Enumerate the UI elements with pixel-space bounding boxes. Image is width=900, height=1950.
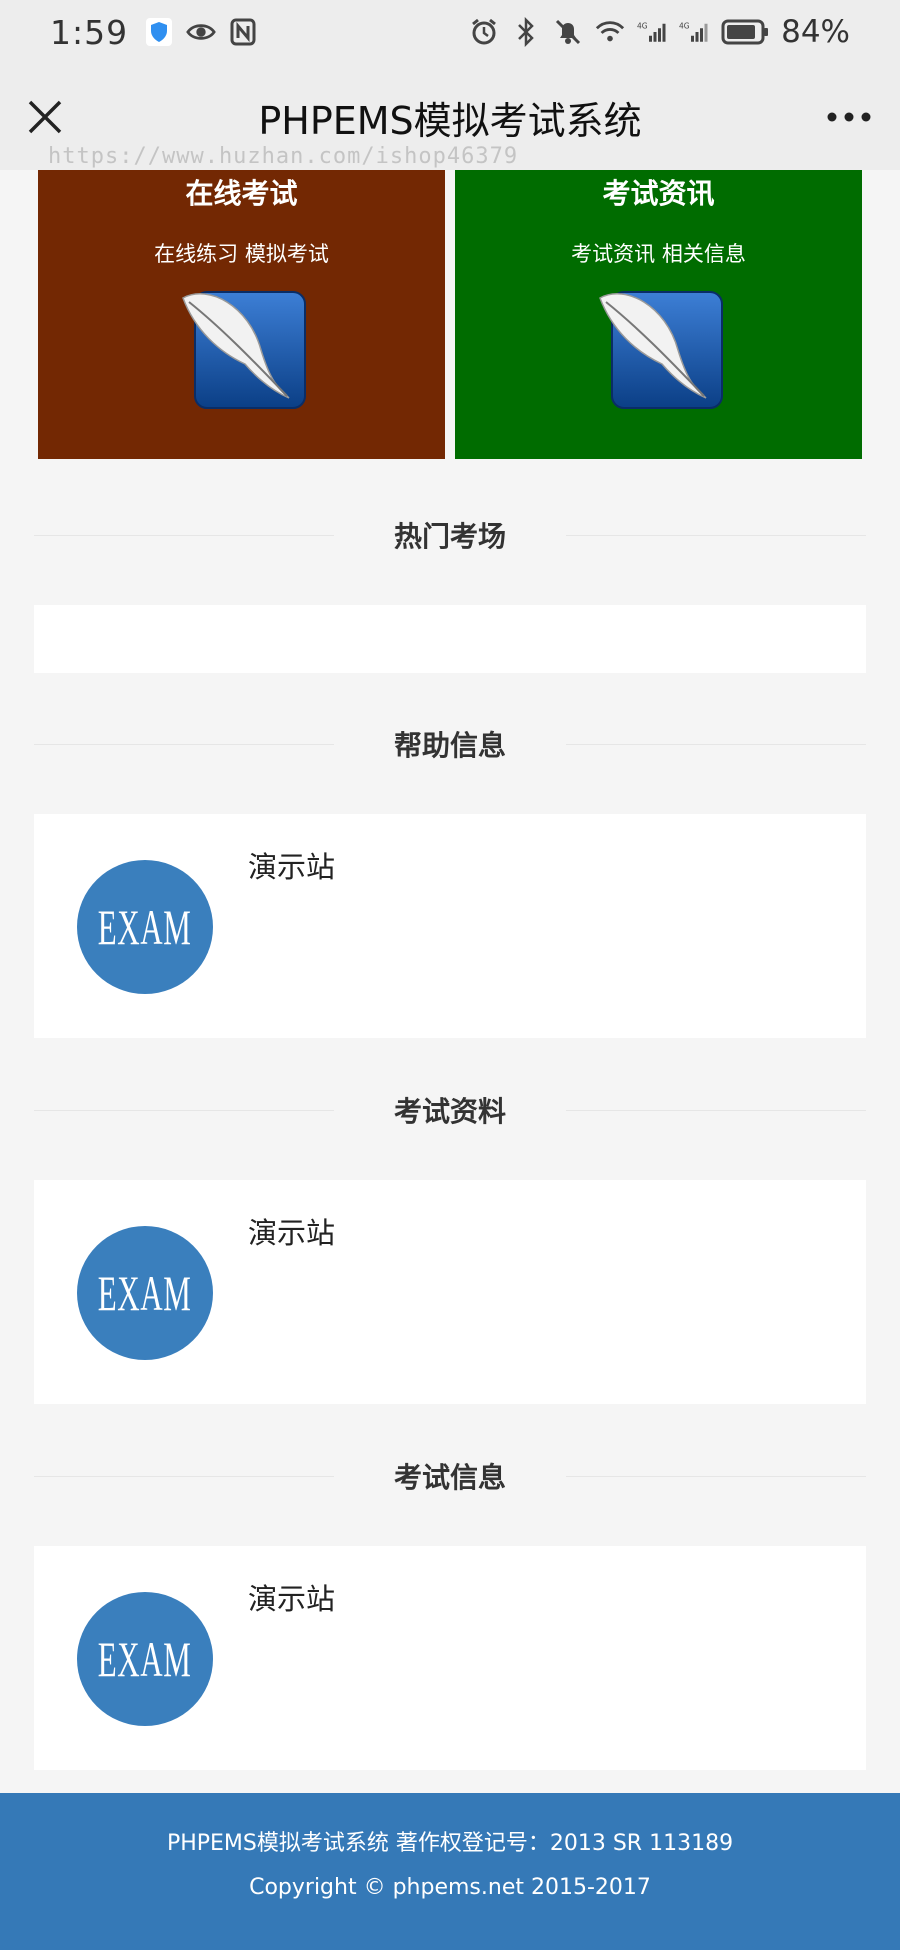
hot-exams-list	[34, 605, 866, 673]
section-heading-hot: 热门考场	[34, 515, 866, 555]
battery-icon	[721, 17, 769, 47]
more-button[interactable]	[824, 100, 874, 134]
tile-subtitle: 考试资讯 相关信息	[571, 242, 746, 266]
battery-percent: 84%	[781, 14, 850, 50]
watermark-text: https://www.huzhan.com/ishop46379	[48, 144, 519, 169]
status-right-icons: 4G 4G 84%	[469, 14, 850, 50]
exam-logo: EXAM	[77, 1226, 213, 1360]
card-title[interactable]: 演示站	[248, 1576, 335, 1618]
page-title: PHPEMS模拟考试系统	[258, 98, 642, 143]
close-icon	[28, 100, 62, 134]
mute-bell-icon	[553, 17, 583, 47]
close-button[interactable]	[22, 94, 68, 140]
tile-online-exam[interactable]: 在线考试 在线练习 模拟考试	[38, 170, 445, 459]
feather-icon	[599, 291, 723, 409]
card-title[interactable]: 演示站	[248, 1210, 335, 1252]
alarm-icon	[469, 17, 499, 47]
status-left-icons	[144, 17, 258, 47]
help-item-card[interactable]: EXAM 演示站	[34, 814, 866, 1038]
section-heading-help: 帮助信息	[34, 724, 866, 764]
status-bar: 1:59 4G 4G 84%	[0, 0, 900, 64]
section-heading-label: 考试信息	[394, 1461, 507, 1494]
exam-logo: EXAM	[77, 1592, 213, 1726]
footer-copyright-registration: PHPEMS模拟考试系统 著作权登记号：2013 SR 113189	[166, 1831, 734, 1856]
more-icon	[827, 112, 871, 122]
network-label-1: 4G	[637, 21, 648, 30]
feature-tiles: 在线考试 在线练习 模拟考试 考试资讯 考试资讯 相关信息	[38, 170, 862, 459]
exam-logo-text: EXAM	[98, 899, 192, 955]
section-heading-label: 考试资料	[394, 1095, 507, 1128]
tile-title: 在线考试	[185, 177, 298, 210]
feather-icon	[182, 291, 306, 409]
exam-logo: EXAM	[77, 860, 213, 994]
footer: PHPEMS模拟考试系统 著作权登记号：2013 SR 113189 Copyr…	[0, 1793, 900, 1950]
card-title[interactable]: 演示站	[248, 844, 335, 886]
section-heading-info: 考试信息	[34, 1456, 866, 1496]
footer-copyright: Copyright © phpems.net 2015-2017	[249, 1875, 651, 1900]
status-time: 1:59	[50, 12, 129, 52]
tile-exam-news[interactable]: 考试资讯 考试资讯 相关信息	[455, 170, 862, 459]
tile-title: 考试资讯	[602, 177, 715, 210]
network-label-2: 4G	[679, 21, 690, 30]
bluetooth-icon	[511, 17, 541, 47]
nfc-icon	[228, 17, 258, 47]
exam-logo-text: EXAM	[98, 1631, 192, 1687]
signal-icon-2: 4G	[679, 17, 709, 47]
wifi-icon	[595, 17, 625, 47]
section-heading-label: 帮助信息	[394, 729, 507, 762]
tile-subtitle: 在线练习 模拟考试	[154, 242, 329, 266]
page: 1:59 4G 4G 84% https://www.huzhan.com/is…	[0, 0, 900, 1950]
materials-item-card[interactable]: EXAM 演示站	[34, 1180, 866, 1404]
section-heading-label: 热门考场	[394, 520, 507, 553]
info-item-card[interactable]: EXAM 演示站	[34, 1546, 866, 1770]
signal-icon-1: 4G	[637, 17, 667, 47]
section-heading-materials: 考试资料	[34, 1090, 866, 1130]
app-header: https://www.huzhan.com/ishop46379 PHPEMS…	[0, 64, 900, 170]
eye-icon	[186, 17, 216, 47]
shield-icon	[144, 17, 174, 47]
exam-logo-text: EXAM	[98, 1265, 192, 1321]
